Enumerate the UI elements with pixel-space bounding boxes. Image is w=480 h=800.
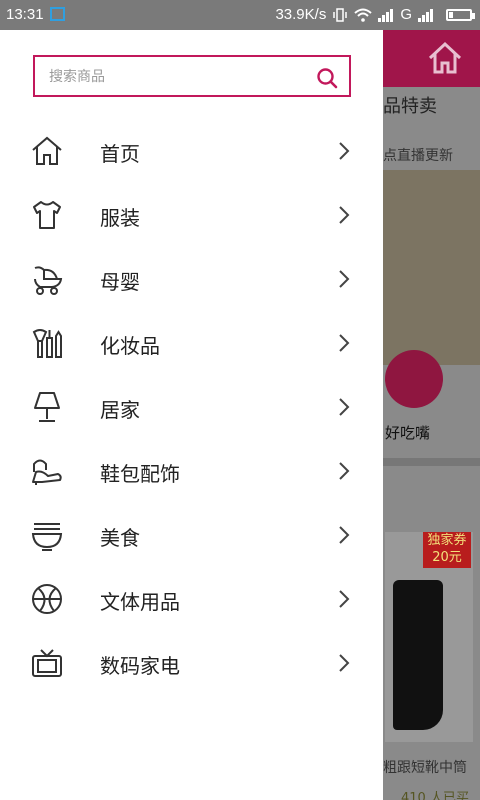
battery-level bbox=[449, 11, 453, 18]
coupon-tag: 独家券 20元 bbox=[423, 532, 471, 568]
menu-item-label: 母婴 bbox=[100, 270, 140, 294]
coupon-tag-line1: 独家券 bbox=[427, 533, 467, 548]
menu-item-label: 数码家电 bbox=[100, 654, 180, 678]
menu-item-label: 鞋包配饰 bbox=[100, 462, 180, 486]
menu-item-label: 服装 bbox=[100, 206, 140, 230]
chevron-right-icon bbox=[339, 334, 350, 352]
chevron-right-icon bbox=[339, 206, 350, 224]
chevron-right-icon bbox=[339, 398, 350, 416]
chevron-right-icon bbox=[339, 526, 350, 544]
basketball-icon bbox=[32, 584, 62, 614]
search-box[interactable] bbox=[33, 55, 351, 97]
background-page: 品特卖 点直播更新 好吃嘴 独家券 20元 粗跟短靴中筒 410 人已买 bbox=[383, 30, 480, 800]
wifi-icon bbox=[354, 8, 372, 22]
bowl-icon bbox=[31, 523, 63, 551]
menu-item-clothing[interactable]: 服装 bbox=[0, 184, 383, 244]
search-icon[interactable] bbox=[315, 66, 339, 90]
tshirt-icon bbox=[33, 201, 61, 229]
menu-item-label: 文体用品 bbox=[100, 590, 180, 614]
tv-icon bbox=[32, 649, 62, 677]
4g-icon bbox=[418, 8, 433, 22]
menu-item-sports-stationery[interactable]: 文体用品 bbox=[0, 568, 383, 628]
menu-item-cosmetics[interactable]: 化妆品 bbox=[0, 312, 383, 372]
network-type: G bbox=[400, 6, 412, 23]
chevron-right-icon bbox=[339, 142, 350, 160]
chevron-right-icon bbox=[339, 270, 350, 288]
cosmetics-icon bbox=[32, 329, 62, 358]
menu-item-home[interactable]: 首页 bbox=[0, 120, 383, 180]
home-icon bbox=[32, 136, 62, 165]
menu-item-label: 美食 bbox=[100, 526, 140, 550]
chevron-right-icon bbox=[339, 654, 350, 672]
chevron-right-icon bbox=[339, 590, 350, 608]
menu-item-shoes-bags[interactable]: 鞋包配饰 bbox=[0, 440, 383, 500]
battery-icon bbox=[446, 8, 475, 21]
menu-item-electronics[interactable]: 数码家电 bbox=[0, 632, 383, 692]
status-right: 33.9K/s G bbox=[275, 6, 475, 23]
usb-icon bbox=[50, 7, 65, 21]
product-title[interactable]: 粗跟短靴中筒 bbox=[383, 757, 467, 777]
background-subtitle: 点直播更新 bbox=[383, 148, 453, 164]
lamp-icon bbox=[34, 392, 60, 422]
status-time: 13:31 bbox=[6, 6, 44, 23]
product-image[interactable] bbox=[383, 170, 480, 365]
menu-item-food[interactable]: 美食 bbox=[0, 504, 383, 564]
menu-item-baby[interactable]: 母婴 bbox=[0, 248, 383, 308]
shoe-bag-icon bbox=[32, 459, 62, 485]
coupon-tag-line2: 20元 bbox=[432, 550, 462, 565]
chevron-right-icon bbox=[339, 462, 350, 480]
background-title: 品特卖 bbox=[383, 96, 437, 117]
menu-item-label: 首页 bbox=[100, 142, 140, 166]
stroller-icon bbox=[34, 266, 63, 295]
divider bbox=[383, 458, 480, 466]
menu-item-label: 化妆品 bbox=[100, 334, 160, 358]
vibrate-icon bbox=[333, 7, 348, 22]
menu-item-label: 居家 bbox=[100, 398, 140, 422]
signal-icon bbox=[378, 8, 394, 22]
boot-image bbox=[393, 580, 443, 730]
sold-count: 410 人已买 bbox=[401, 791, 469, 800]
category-label[interactable]: 好吃嘴 bbox=[385, 422, 430, 443]
home-icon[interactable] bbox=[426, 40, 464, 76]
navigation-drawer: 首页 服装 母婴 bbox=[0, 30, 383, 800]
category-icon[interactable] bbox=[385, 350, 443, 408]
search-input[interactable] bbox=[47, 65, 301, 89]
status-bar: 13:31 33.9K/s G bbox=[0, 0, 480, 30]
network-speed: 33.9K/s bbox=[275, 6, 327, 23]
menu-item-home-living[interactable]: 居家 bbox=[0, 376, 383, 436]
